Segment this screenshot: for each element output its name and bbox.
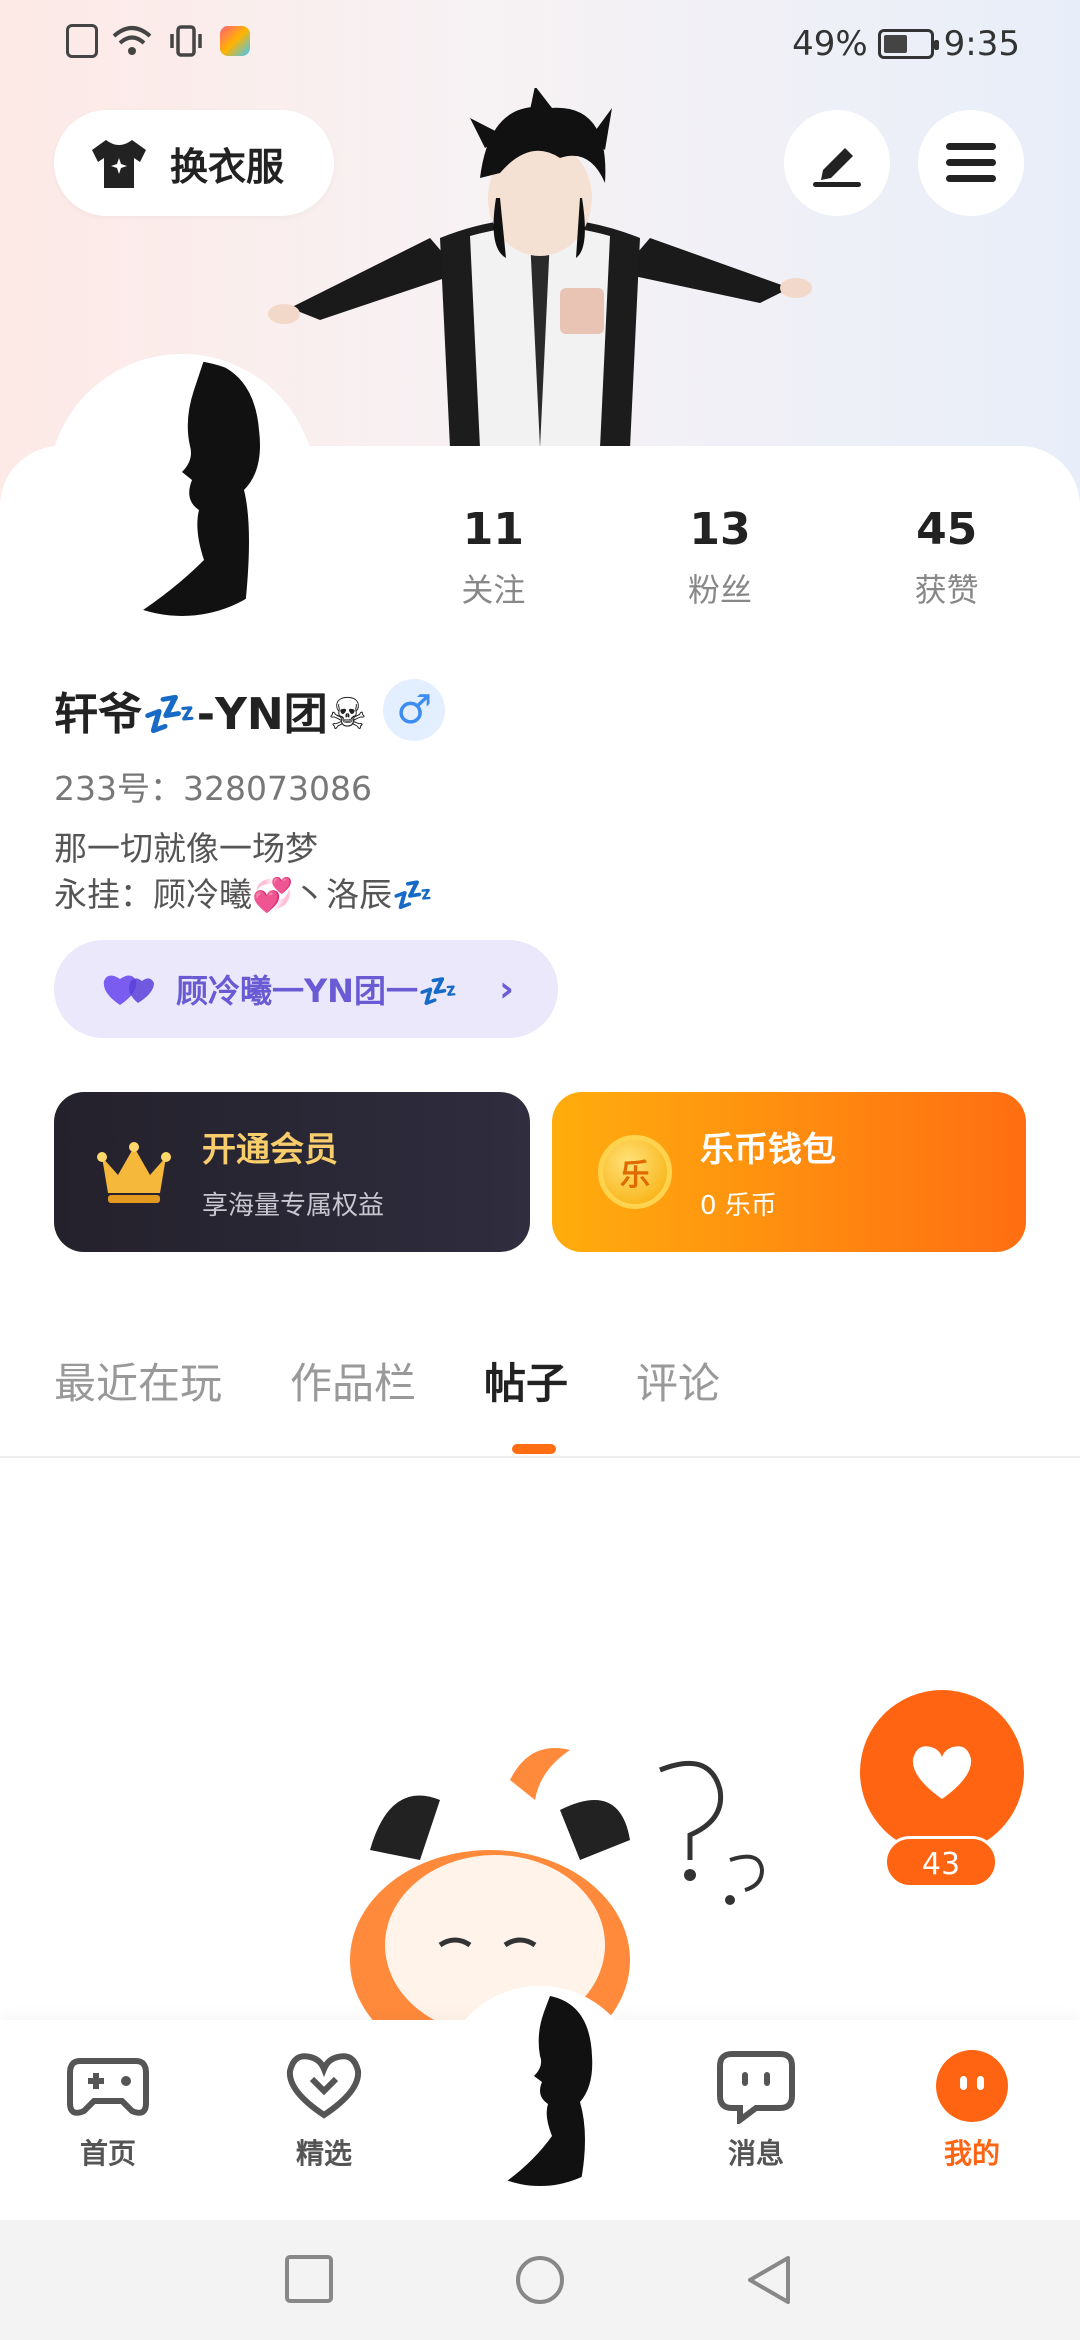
followers-count: 13 (689, 504, 751, 555)
profile-stats: 11 关注 13 粉丝 45 获赞 (380, 504, 1060, 611)
avatar-character-figure (268, 88, 812, 448)
followers-stat[interactable]: 13 粉丝 (607, 504, 834, 611)
wallet-card[interactable]: 乐 乐币钱包 0 乐币 (552, 1092, 1026, 1252)
app-notification-icon (220, 26, 250, 56)
mine-face-icon (930, 2046, 1014, 2126)
featured-heart-icon (282, 2046, 366, 2126)
user-id[interactable]: 233号：328073086 (54, 762, 372, 810)
username: 轩爷💤-YN团☠ (54, 689, 368, 740)
tab-comments[interactable]: 评论 (636, 1350, 720, 1411)
nav-home-label: 首页 (79, 2137, 136, 2170)
vibrate-icon (170, 25, 202, 57)
wifi-icon (112, 26, 152, 55)
vip-title: 开通会员 (202, 1130, 338, 1170)
group-chip[interactable]: 顾冷曦一YN团一💤 › (54, 940, 558, 1038)
battery-percent: 49% (792, 24, 868, 64)
bio-line-1: 那一切就像一场梦 (54, 829, 318, 868)
nav-featured-label: 精选 (295, 2137, 352, 2170)
tab-posts[interactable]: 帖子 (484, 1350, 568, 1411)
crown-icon (97, 1142, 171, 1203)
likes-count: 45 (916, 504, 978, 555)
tab-works[interactable]: 作品栏 (290, 1350, 416, 1411)
menu-icon (946, 143, 996, 182)
status-bar: 49% 9:35 (0, 0, 1080, 90)
nav-featured[interactable]: 精选 (254, 2046, 394, 2172)
tab-divider (0, 1456, 1080, 1458)
status-icons-left (66, 24, 250, 58)
back-icon[interactable] (744, 2254, 794, 2306)
vip-membership-card[interactable]: 开通会员 享海量专属权益 (54, 1092, 530, 1252)
coin-icon: 乐 (598, 1135, 672, 1209)
following-stat[interactable]: 11 关注 (380, 504, 607, 611)
followers-label: 粉丝 (688, 571, 753, 609)
bottom-nav: 首页 精选 消息 我的 (0, 1986, 1080, 2220)
chat-bubble-icon (714, 2046, 798, 2126)
vip-subtitle: 享海量专属权益 (202, 1191, 385, 1221)
heart-icon (912, 1746, 972, 1799)
nav-mine[interactable]: 我的 (902, 2046, 1042, 2172)
alert-icon (66, 24, 98, 58)
nav-messages[interactable]: 消息 (686, 2046, 826, 2172)
wallet-balance: 0 乐币 (700, 1191, 777, 1221)
gender-male-icon: ♂ (383, 679, 446, 741)
likes-label: 获赞 (914, 571, 979, 609)
system-navigation-bar (0, 2220, 1080, 2340)
group-chip-label: 顾冷曦一YN团一💤 (176, 972, 458, 1010)
like-count-badge: 43 (884, 1836, 998, 1888)
nav-mine-label: 我的 (943, 2137, 1000, 2170)
wallet-title: 乐币钱包 (700, 1130, 836, 1170)
tab-recently-played[interactable]: 最近在玩 (54, 1350, 222, 1411)
menu-button[interactable] (918, 110, 1024, 216)
center-avatar-silhouette (440, 1986, 640, 2186)
active-tab-indicator (512, 1444, 556, 1454)
bio-line-2: 永挂：顾冷曦💞丶洛辰💤 (54, 875, 434, 914)
clock: 9:35 (943, 24, 1020, 64)
home-icon[interactable] (514, 2254, 566, 2306)
profile-tabs: 最近在玩 作品栏 帖子 评论 (54, 1350, 720, 1411)
shirt-icon (92, 140, 146, 188)
following-count: 11 (462, 504, 524, 555)
name-row: 轩爷💤-YN团☠ ♂ (54, 678, 446, 742)
nav-messages-label: 消息 (727, 2137, 784, 2170)
status-icons-right: 49% 9:35 (792, 24, 1020, 64)
gamepad-icon (66, 2046, 150, 2126)
recent-apps-icon[interactable] (284, 2254, 334, 2304)
nav-home[interactable]: 首页 (38, 2046, 178, 2172)
like-button[interactable] (860, 1690, 1024, 1854)
avatar-silhouette (54, 360, 310, 616)
following-label: 关注 (461, 571, 526, 609)
user-bio: 那一切就像一场梦 永挂：顾冷曦💞丶洛辰💤 (54, 826, 433, 918)
hearts-icon (103, 975, 154, 1005)
profile-avatar[interactable] (54, 360, 310, 616)
chevron-right-icon: › (499, 968, 514, 1010)
battery-icon (877, 29, 939, 59)
likes-stat[interactable]: 45 获赞 (833, 504, 1060, 611)
nav-center-avatar[interactable] (440, 1986, 640, 2186)
